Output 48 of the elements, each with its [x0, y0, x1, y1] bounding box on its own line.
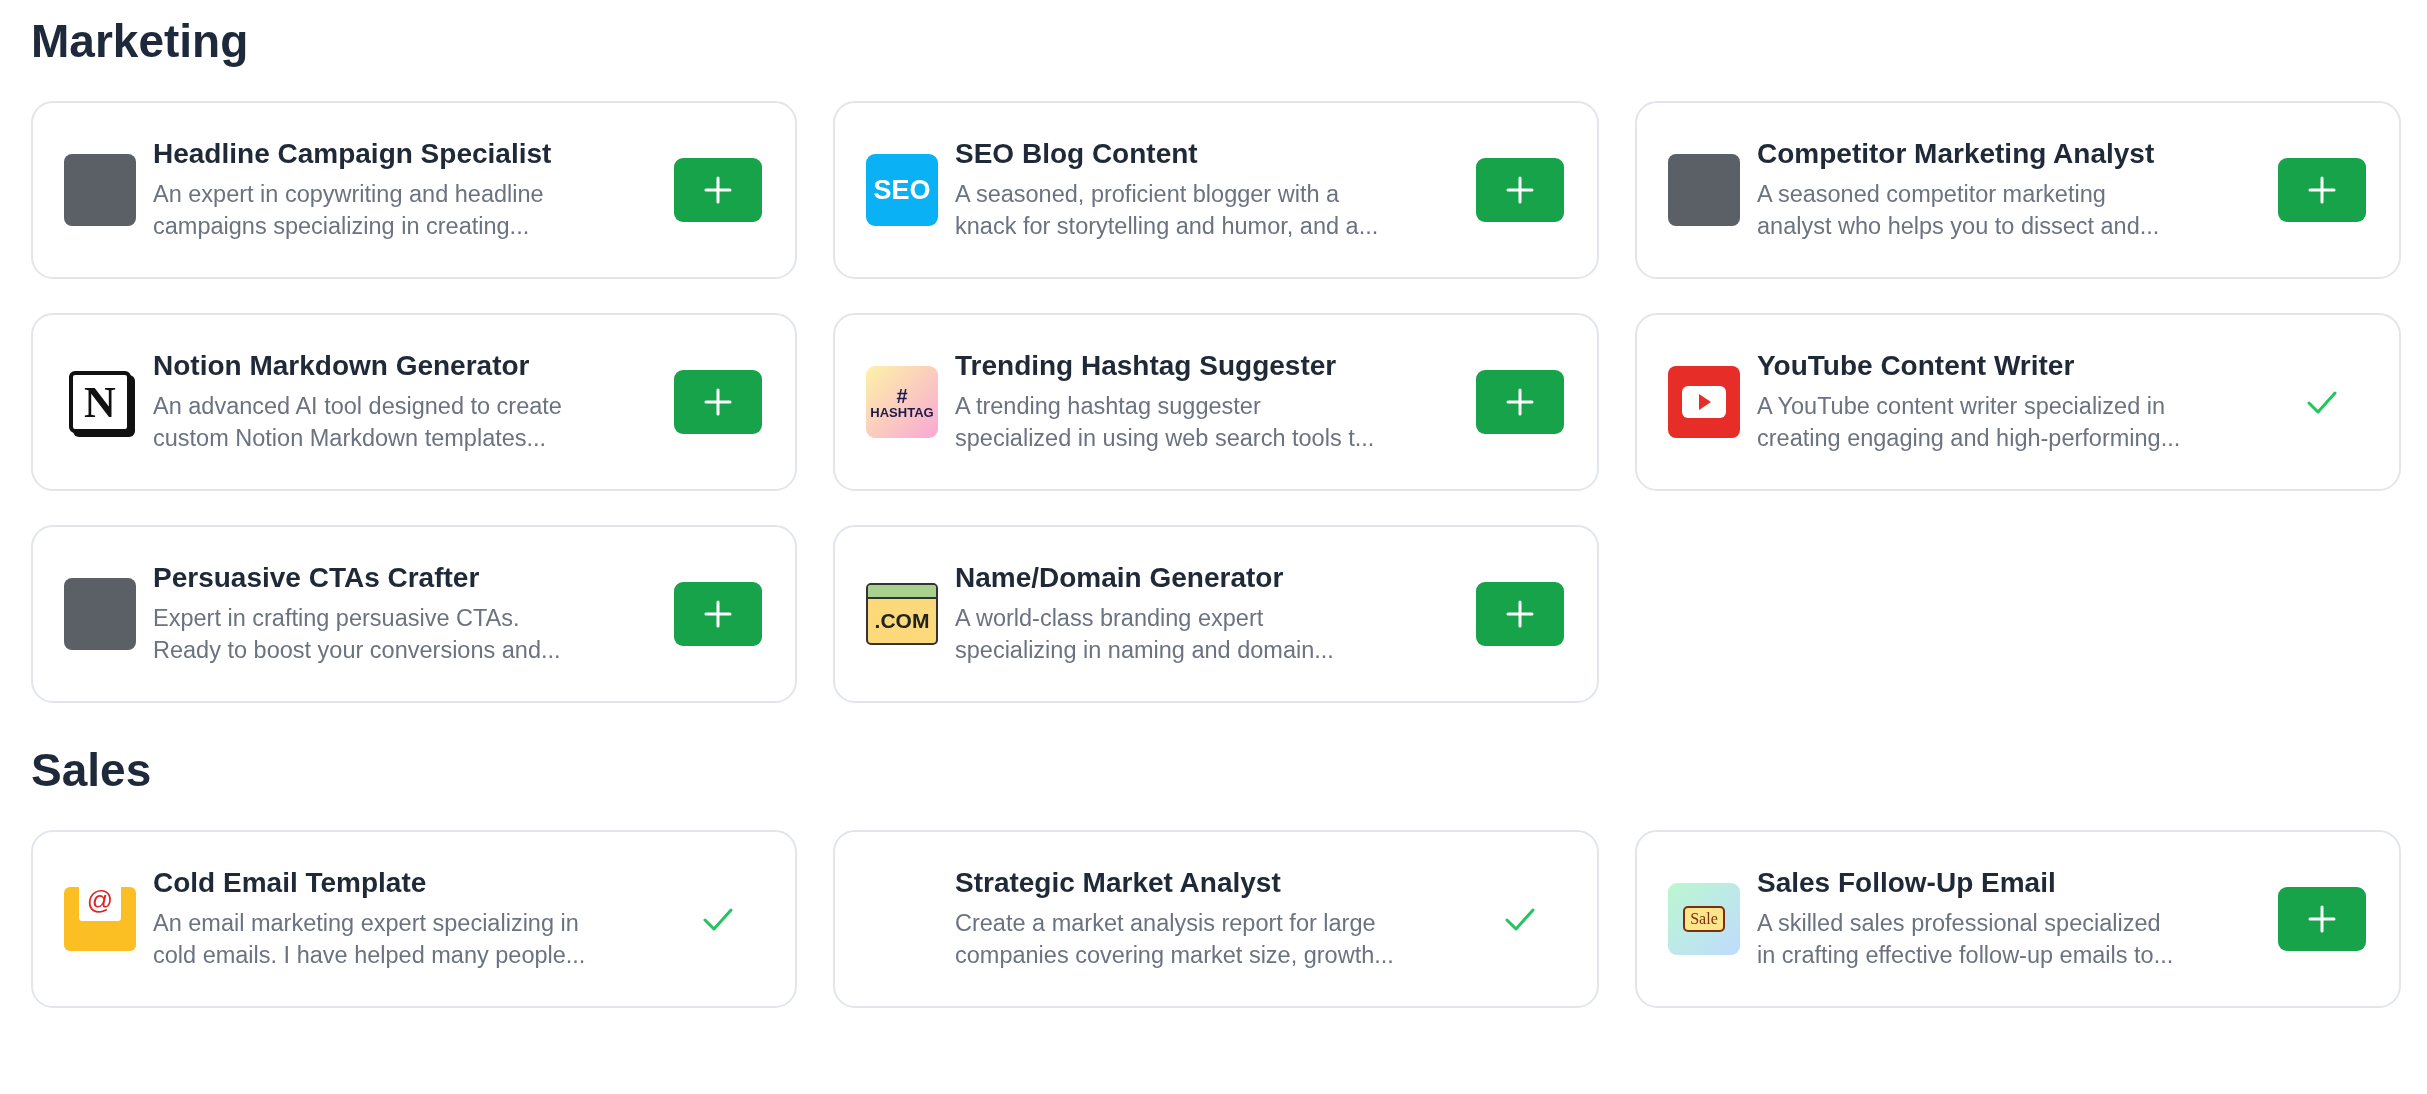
- agent-description: Expert in crafting persuasive CTAs. Ready to boost your conversions and...: [153, 604, 562, 666]
- agent-description: A world-class branding expert specializing in naming and domain...: [955, 604, 1335, 666]
- agent-title: Trending Hashtag Suggester: [955, 350, 1338, 383]
- agent-description: Create a market analysis report for large companies covering market size, growth...: [955, 909, 1395, 971]
- section-heading: Marketing: [31, 14, 250, 69]
- plus-icon: [704, 176, 732, 205]
- plus-icon: [1506, 176, 1534, 205]
- agent-description: A trending hashtag suggester specialized in using web search tools t...: [955, 392, 1376, 454]
- add-button[interactable]: [674, 370, 762, 435]
- agent-description: An advanced AI tool designed to create custom Notion Markdown templates...: [153, 392, 563, 454]
- agent-title: Persuasive CTAs Crafter: [153, 562, 481, 595]
- agent-description: A YouTube content writer specialized in creating engaging and high-performing...: [1757, 392, 2182, 454]
- plus-icon: [1506, 388, 1534, 417]
- agent-title: Competitor Marketing Analyst: [1757, 138, 2156, 171]
- plus-icon: [2308, 905, 2336, 934]
- add-button[interactable]: [1476, 582, 1564, 647]
- agent-description: A seasoned competitor marketing analyst who helps you to dissect and...: [1757, 180, 2161, 242]
- add-button[interactable]: [1476, 158, 1564, 223]
- agent-title: Headline Campaign Specialist: [153, 138, 553, 171]
- play-button-icon: [1668, 366, 1740, 439]
- agent-title: Notion Markdown Generator: [153, 350, 531, 383]
- agent-title: YouTube Content Writer: [1757, 350, 2076, 383]
- hashtag-logo: # HASHTAG: [866, 366, 938, 439]
- check-icon: [2307, 390, 2337, 415]
- agent-description: A skilled sales professional specialized in crafting effective follow-up emails to...: [1757, 909, 2175, 971]
- plus-icon: [2308, 176, 2336, 205]
- agent-title: Name/Domain Generator: [955, 562, 1285, 595]
- agent-title: Sales Follow-Up Email: [1757, 867, 2057, 900]
- add-button[interactable]: [1476, 370, 1564, 435]
- add-button[interactable]: [2278, 158, 2366, 223]
- plus-icon: [1506, 600, 1534, 629]
- agent-description: A seasoned, proficient blogger with a knack for storytelling and humor, and a...: [955, 180, 1380, 242]
- agent-title: SEO Blog Content: [955, 138, 1199, 171]
- add-button[interactable]: [674, 158, 762, 223]
- agent-title: Strategic Market Analyst: [955, 867, 1282, 900]
- add-button[interactable]: [674, 582, 762, 647]
- plus-icon: [704, 600, 732, 629]
- check-icon: [703, 907, 733, 932]
- agent-description: An expert in copywriting and headline campaigns specializing in creating...: [153, 180, 545, 242]
- browser-window-logo: .COM: [866, 583, 938, 646]
- seo-logo: SEO: [866, 154, 938, 227]
- plus-icon: [704, 388, 732, 417]
- agent-title: Cold Email Template: [153, 867, 428, 900]
- sale-envelope-logo: Sale: [1668, 883, 1740, 956]
- add-button[interactable]: [2278, 887, 2366, 952]
- check-icon: [1505, 907, 1535, 932]
- section-heading: Sales: [31, 743, 153, 799]
- agent-description: An email marketing expert specializing in cold emails. I have helped many people...: [153, 909, 587, 971]
